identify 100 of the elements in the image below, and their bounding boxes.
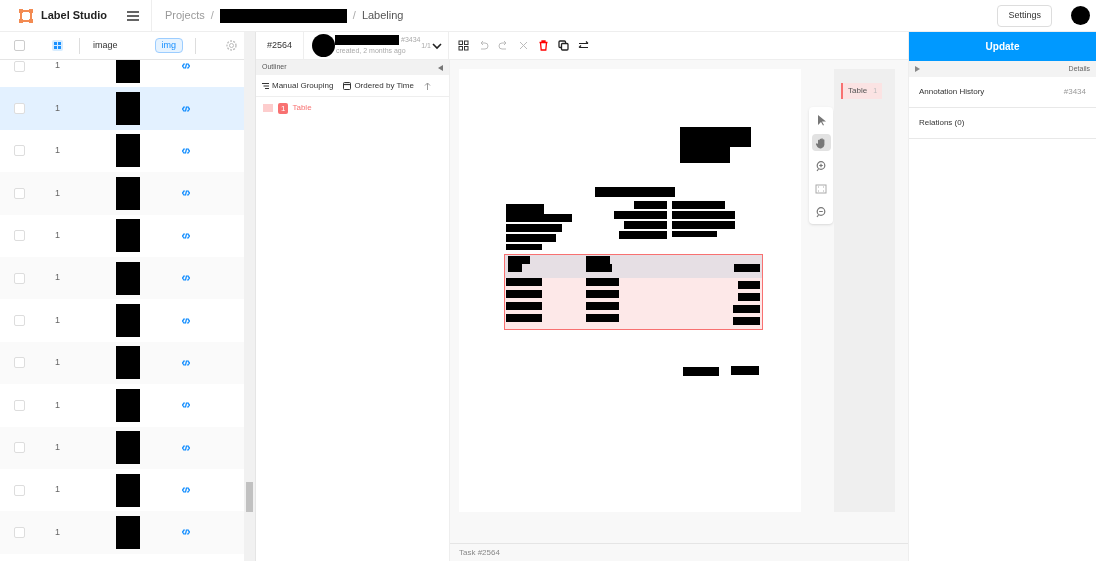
image-thumbnail [116,219,140,253]
redaction-block [672,221,735,229]
redaction-block [731,366,759,375]
redaction-block [335,35,399,45]
region-index: 1 [278,102,289,114]
checkbox[interactable] [14,315,25,327]
image-thumbnail [116,346,140,380]
table-cell-text: 1 [55,440,61,454]
hand-icon [815,136,827,149]
chevron-down-icon[interactable] [432,43,442,50]
checkbox[interactable] [14,442,25,454]
checkbox[interactable] [14,145,25,157]
settings-button[interactable]: Settings [997,4,1052,27]
swap-icon[interactable] [578,40,589,51]
code-icon [182,359,190,366]
pointer-icon [815,113,827,126]
redaction-block [624,221,667,229]
close-icon[interactable] [518,40,529,51]
checkbox[interactable] [14,230,25,242]
chip-label: Table [848,85,868,97]
redaction-block [506,224,562,232]
region-box[interactable] [504,254,763,330]
undo-icon[interactable] [478,40,489,51]
table-row[interactable]: 1 [0,341,245,385]
sort-up-icon[interactable] [423,81,431,90]
checkbox[interactable] [14,187,25,199]
table-cell-text: 1 [55,144,61,158]
hand-tool[interactable] [811,134,831,151]
redaction-block [506,302,542,310]
table-row[interactable]: 1 [0,172,245,215]
zoom-in-icon [815,159,827,172]
checkbox[interactable] [14,527,25,538]
grid-icon[interactable] [458,40,469,51]
menu-icon[interactable] [127,10,139,21]
checkbox[interactable] [14,484,25,496]
section-title[interactable]: Annotation History [919,86,985,98]
redaction-block [634,201,667,209]
redaction-block [672,231,717,237]
column-header[interactable]: image [93,38,118,53]
checkbox[interactable] [14,272,25,284]
fit-icon [815,182,827,195]
redaction-block [586,314,619,322]
section-title[interactable]: Relations (0) [919,117,965,129]
redaction-block [586,278,619,286]
app-name: Label Studio [41,8,107,24]
redaction-block [680,127,751,137]
redaction-block [738,293,760,301]
redaction-block [506,244,542,250]
scrollbar[interactable] [244,32,255,561]
table-row[interactable]: 1 [0,511,245,554]
code-icon [182,317,190,324]
calendar-icon [343,81,352,90]
breadcrumb-separator: / [352,8,356,24]
expand-icon[interactable] [915,66,920,72]
code-icon [182,190,190,197]
table-cell-text: 1 [55,525,61,539]
collapse-icon[interactable] [438,64,443,71]
table-cell-text: 1 [55,356,61,370]
redaction-block [586,302,619,310]
code-icon [182,232,190,239]
checkbox[interactable] [14,103,25,115]
table-row[interactable]: 1 [0,87,245,130]
table-row[interactable]: 1 [0,426,245,469]
code-icon [182,487,190,494]
table-cell-text: 1 [55,186,61,200]
redaction-block [672,211,735,219]
table-cell-text: 1 [55,483,61,497]
code-icon [182,444,190,451]
code-icon [182,275,190,282]
image-thumbnail [116,261,140,295]
redaction-block [506,290,542,298]
image-thumbnail [116,388,140,422]
redaction-block [672,201,725,209]
avatar[interactable] [1071,6,1090,25]
code-icon [182,147,190,154]
section-value: #3434 [1063,86,1086,98]
redo-icon[interactable] [498,40,509,51]
checkbox[interactable] [14,40,25,51]
settings-icon[interactable] [225,39,239,52]
image-thumbnail [116,134,140,168]
code-icon [182,402,190,409]
image-thumbnail [116,92,140,126]
table-cell-text: 1 [55,101,61,115]
image-thumbnail [116,304,140,338]
trash-icon[interactable] [538,40,549,51]
image-thumbnail [116,176,140,210]
button-label: Ordered by Time [354,79,414,92]
redaction-block [733,317,760,325]
region-icon [262,103,274,113]
checkbox[interactable] [14,399,25,411]
checkbox[interactable] [14,357,25,369]
redaction-block [738,281,760,289]
copy-icon[interactable] [558,40,569,51]
checkbox[interactable] [14,60,25,72]
breadcrumb-current: Labeling [361,8,404,24]
status-text: Task #2564 [459,546,500,559]
table-row[interactable]: 1 [0,256,245,300]
avatar [312,34,335,57]
image-thumbnail [116,516,140,549]
ordering-button[interactable]: Ordered by Time [343,79,414,92]
